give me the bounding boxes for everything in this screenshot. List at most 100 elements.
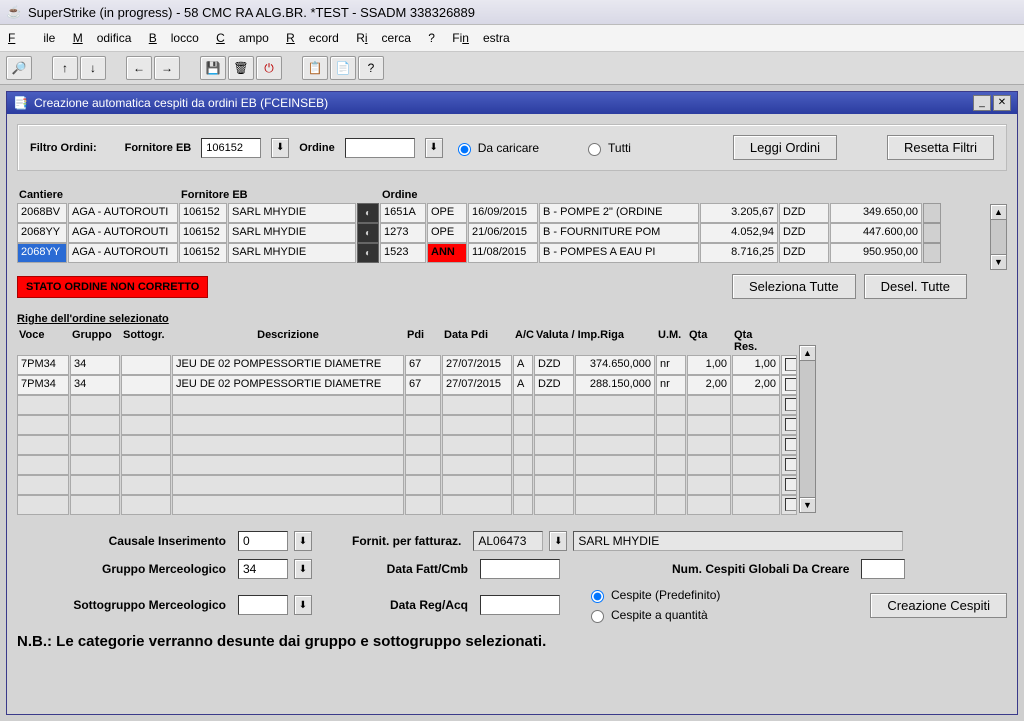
ordine-lov-button[interactable]: ⬇ (425, 138, 443, 158)
causale-label: Causale Inserimento (17, 534, 232, 548)
menu-blocco[interactable]: Blocco (149, 31, 199, 45)
sottogruppo-merc-input[interactable] (238, 595, 288, 615)
row-action-icon[interactable]: ◐ (357, 203, 379, 223)
arrow-up-icon[interactable]: ↑ (52, 56, 78, 80)
orders-grid: Cantiere Fornitore EB Ordine (17, 189, 988, 203)
ordine-label: Ordine (299, 142, 334, 154)
minimize-icon[interactable]: _ (973, 95, 991, 111)
fornit-lov-button[interactable]: ⬇ (549, 531, 567, 551)
table-row (17, 435, 797, 455)
mdi-workarea: 📑 Creazione automatica cespiti da ordini… (0, 85, 1024, 721)
inner-window: 📑 Creazione automatica cespiti da ordini… (6, 91, 1018, 715)
scroll-down-icon[interactable]: ▼ (990, 254, 1007, 270)
orders-scrollbar[interactable]: ▲ ▼ (990, 204, 1007, 270)
col-gruppo: Gruppo (70, 329, 120, 355)
java-icon: ☕ (6, 4, 22, 20)
col-ac: A/C (513, 329, 533, 355)
radio-cespite-qta[interactable]: Cespite a quantità (586, 607, 720, 623)
sottogruppo-merc-lov-button[interactable]: ⬇ (294, 595, 312, 615)
scroll-up-icon[interactable]: ▲ (990, 204, 1007, 220)
table-row[interactable]: 7PM3434JEU DE 02 POMPESSORTIE DIAMETRE67… (17, 355, 797, 375)
help-icon[interactable]: ? (358, 56, 384, 80)
table-row[interactable]: 2068YYAGA - AUTOROUTI106152SARL MHYDIE◐1… (17, 243, 988, 263)
table-row (17, 415, 797, 435)
menu-campo[interactable]: Campo (216, 31, 269, 45)
form-icon: 📑 (13, 96, 28, 110)
table-row[interactable]: 2068YYAGA - AUTOROUTI106152SARL MHYDIE◐1… (17, 223, 988, 243)
gruppo-merc-lov-button[interactable]: ⬇ (294, 559, 312, 579)
save-icon[interactable]: 💾 (200, 56, 226, 80)
scroll-down-icon[interactable]: ▼ (799, 497, 816, 513)
menu-file[interactable]: File (8, 31, 55, 45)
arrow-right-icon[interactable]: → (154, 56, 180, 80)
inner-title: Creazione automatica cespiti da ordini E… (34, 96, 328, 110)
col-qtares: Qta Res. (732, 329, 780, 355)
col-descr: Descrizione (172, 329, 404, 355)
filter-label: Filtro Ordini: (30, 142, 97, 154)
radio-da-caricare[interactable]: Da caricare (453, 140, 539, 156)
row-checkbox[interactable] (785, 418, 797, 431)
seleziona-tutte-button[interactable]: Seleziona Tutte (732, 274, 856, 299)
radio-tutti[interactable]: Tutti (583, 140, 631, 156)
col-pdi: Pdi (405, 329, 441, 355)
row-checkbox[interactable] (785, 458, 797, 471)
menu-record[interactable]: Record (286, 31, 339, 45)
exit-icon[interactable]: ⏻ (256, 56, 282, 80)
numcespiti-label: Num. Cespiti Globali Da Creare (672, 562, 855, 576)
resetta-filtri-button[interactable]: Resetta Filtri (887, 135, 994, 160)
fornitore-input[interactable] (201, 138, 261, 158)
gruppo-merc-input[interactable] (238, 559, 288, 579)
row-checkbox[interactable] (785, 398, 797, 411)
row-action-icon[interactable]: ◐ (357, 223, 379, 243)
desel-tutte-button[interactable]: Desel. Tutte (864, 274, 967, 299)
menu-modifica[interactable]: Modifica (73, 31, 132, 45)
row-action-icon[interactable]: ◐ (357, 243, 379, 263)
table-row[interactable]: 7PM3434JEU DE 02 POMPESSORTIE DIAMETRE67… (17, 375, 797, 395)
causale-lov-button[interactable]: ⬇ (294, 531, 312, 551)
table-row (17, 495, 797, 515)
menu-help[interactable]: ? (428, 31, 435, 45)
menu-ricerca[interactable]: Ricerca (356, 31, 411, 45)
righe-title: Righe dell'ordine selezionato (17, 313, 1007, 325)
ordine-input[interactable] (345, 138, 415, 158)
row-checkbox[interactable] (785, 498, 797, 511)
datafatt-input[interactable] (480, 559, 560, 579)
col-cantiere: Cantiere (17, 189, 178, 203)
row-checkbox[interactable] (785, 378, 797, 391)
close-icon[interactable]: ✕ (993, 95, 1011, 111)
causale-input[interactable] (238, 531, 288, 551)
righe-scrollbar[interactable]: ▲ ▼ (799, 345, 816, 513)
fornit-code: AL06473 (473, 531, 543, 551)
scroll-up-icon[interactable]: ▲ (799, 345, 816, 361)
leggi-ordini-button[interactable]: Leggi Ordini (733, 135, 837, 160)
row-checkbox[interactable] (785, 438, 797, 451)
status-error: STATO ORDINE NON CORRETTO (17, 276, 208, 298)
numcespiti-input[interactable] (861, 559, 905, 579)
col-sottogr: Sottogr. (121, 329, 171, 355)
creazione-cespiti-button[interactable]: Creazione Cespiti (870, 593, 1007, 618)
delete-icon[interactable]: 🗑 (228, 56, 254, 80)
col-datapdi: Data Pdi (442, 329, 512, 355)
fornit-name: SARL MHYDIE (573, 531, 903, 551)
row-checkbox[interactable] (785, 478, 797, 491)
query-icon[interactable]: 🔎 (6, 56, 32, 80)
menu-finestra[interactable]: Finestra (452, 31, 509, 45)
copy-icon[interactable]: 📋 (302, 56, 328, 80)
sottogruppo-merc-label: Sottogruppo Merceologico (17, 598, 232, 612)
fornit-fatt-label: Fornit. per fatturaz. (352, 534, 467, 548)
paste-icon[interactable]: 📄 (330, 56, 356, 80)
gruppo-merc-label: Gruppo Merceologico (17, 562, 232, 576)
fornitore-label: Fornitore EB (125, 142, 192, 154)
table-row (17, 395, 797, 415)
col-qta: Qta (687, 329, 731, 355)
filter-panel: Filtro Ordini: Fornitore EB ⬇ Ordine ⬇ D… (17, 124, 1007, 171)
col-ordine: Ordine (380, 189, 426, 203)
fornitore-lov-button[interactable]: ⬇ (271, 138, 289, 158)
row-checkbox[interactable] (785, 358, 797, 371)
arrow-left-icon[interactable]: ← (126, 56, 152, 80)
arrow-down-icon[interactable]: ↓ (80, 56, 106, 80)
datareg-input[interactable] (480, 595, 560, 615)
table-row[interactable]: 2068BVAGA - AUTOROUTI106152SARL MHYDIE◐1… (17, 203, 988, 223)
table-row (17, 455, 797, 475)
radio-cespite-predef[interactable]: Cespite (Predefinito) (586, 587, 720, 603)
